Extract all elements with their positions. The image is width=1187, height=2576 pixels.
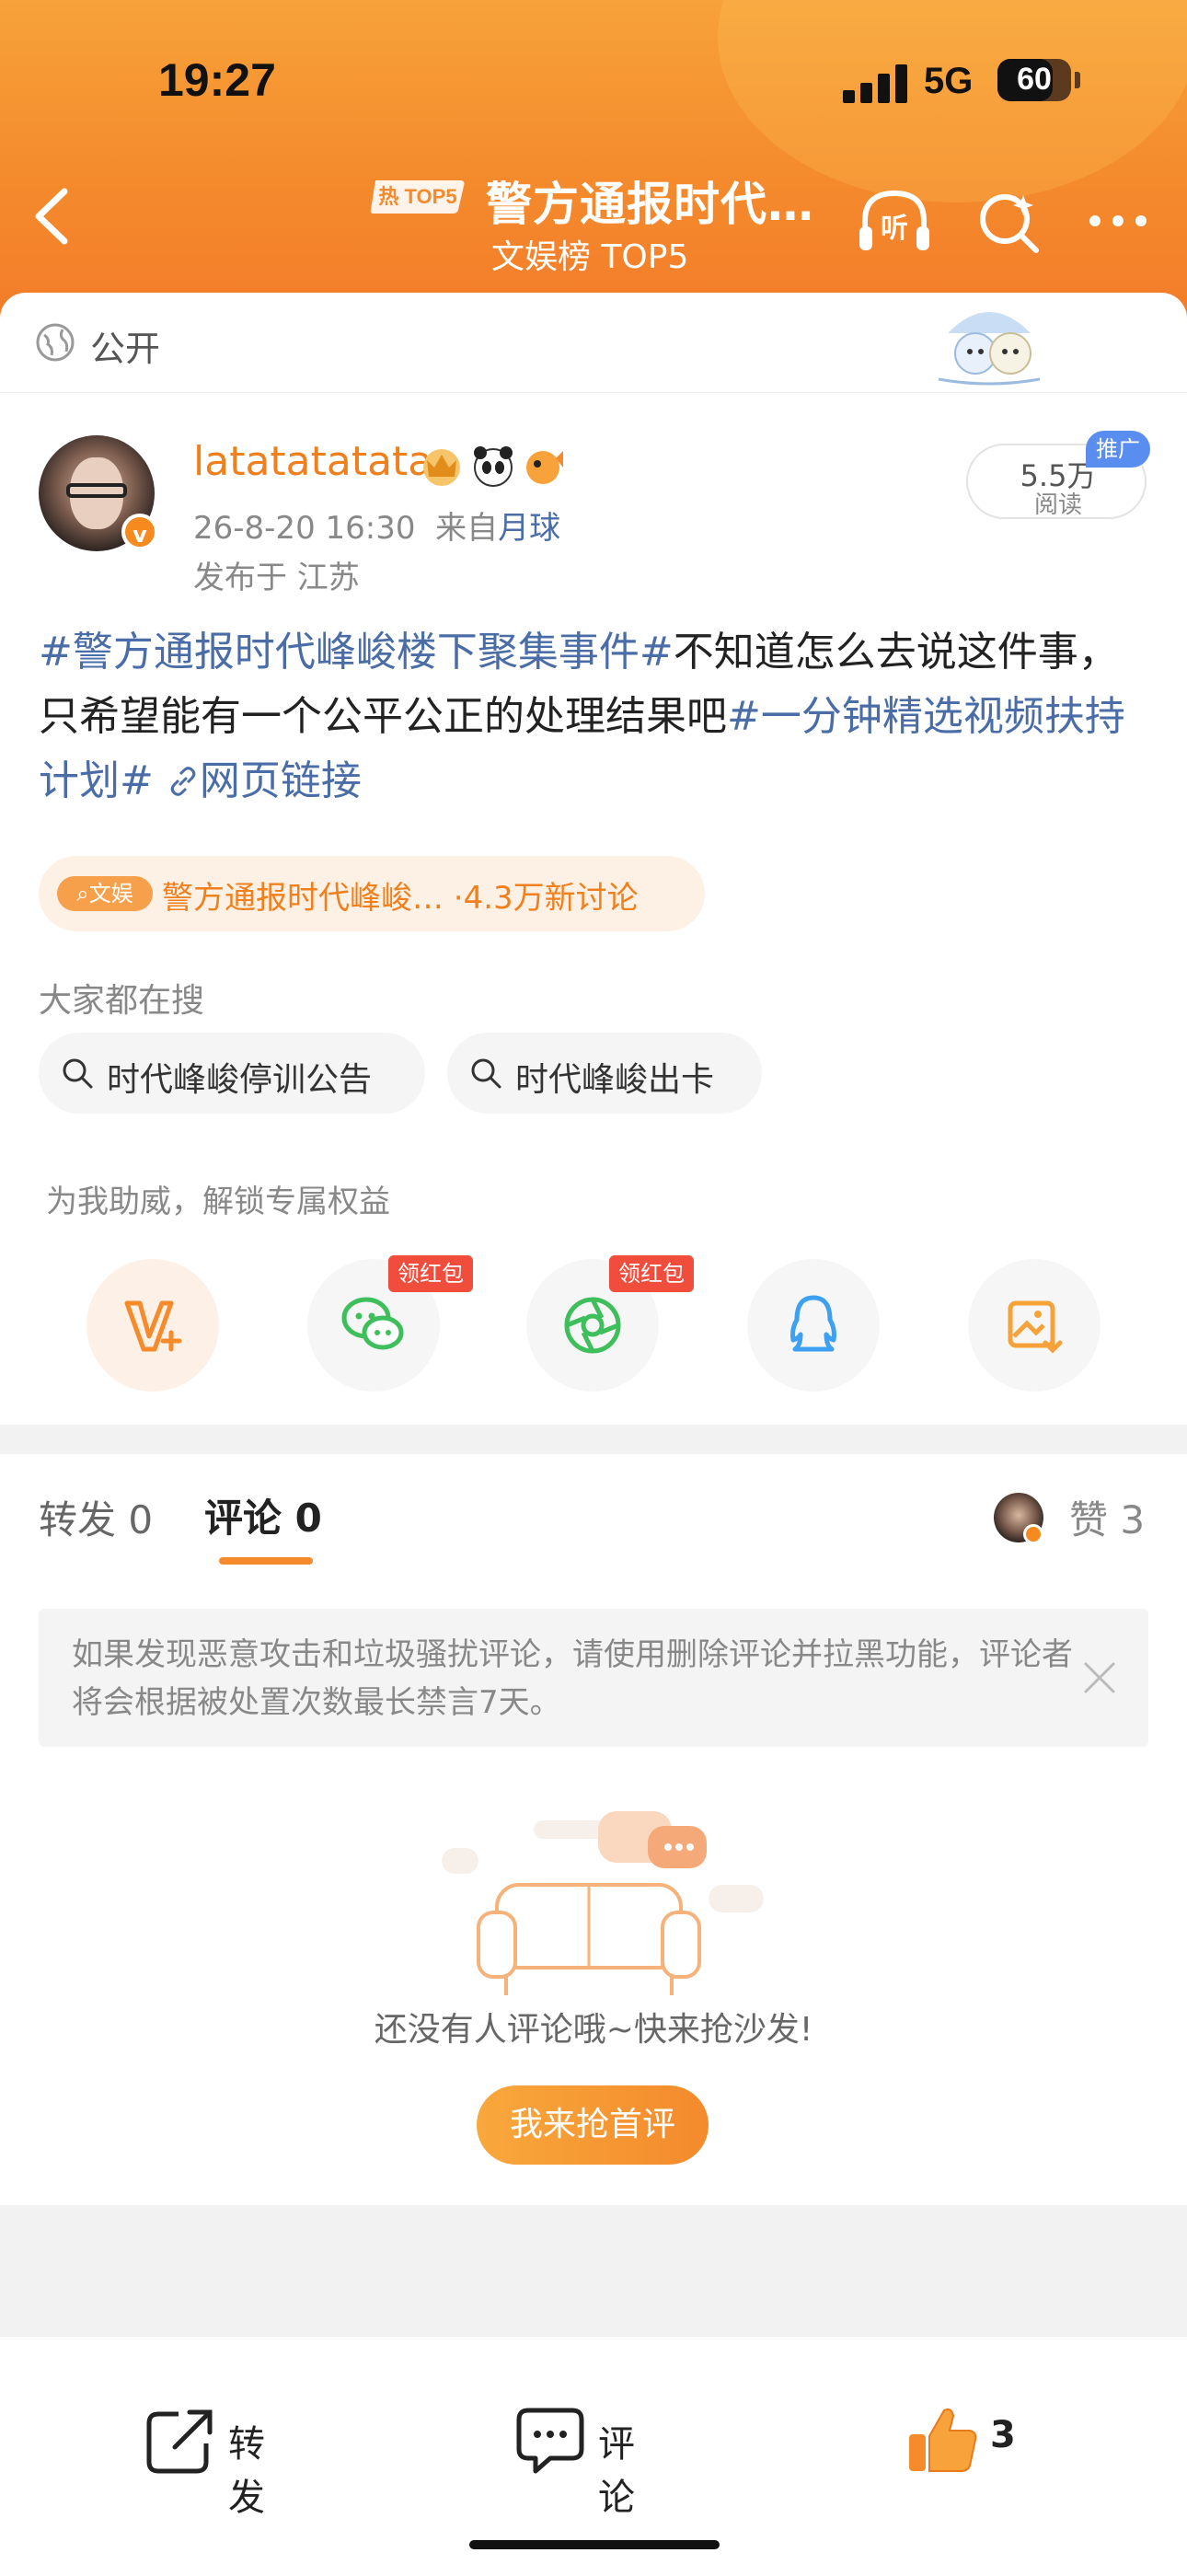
- topic-badge-text: 文娱: [88, 881, 133, 907]
- header-background: 19:27 5G 60 热 TOP5 警方通报时代… 文娱榜 TOP5 听: [0, 0, 1187, 331]
- comment-moderation-notice: 如果发现恶意攻击和垃圾骚扰评论，请使用删除评论并拉黑功能，评论者将会根据被处置次…: [39, 1609, 1148, 1747]
- search-icon: [471, 1058, 501, 1089]
- repost-icon: [146, 2409, 213, 2474]
- save-image-button[interactable]: [968, 1259, 1101, 1392]
- tab-reposts[interactable]: 转发 0: [39, 1489, 153, 1545]
- tab-likes[interactable]: 赞 3: [1069, 1489, 1145, 1545]
- comment-label: 评论: [598, 2423, 635, 2519]
- crown-badge-icon: [423, 449, 460, 486]
- thumbs-up-icon: [909, 2408, 977, 2472]
- fish-badge-icon: [526, 451, 563, 484]
- link-icon: [170, 767, 196, 796]
- home-indicator[interactable]: [469, 2540, 720, 2549]
- notice-text: 如果发现恶意攻击和垃圾骚扰评论，请使用删除评论并拉黑功能，评论者将会根据被处置次…: [72, 1636, 1073, 1721]
- search-suggest-title: 大家都在搜: [39, 982, 205, 1020]
- repost-label: 转发: [228, 2423, 265, 2519]
- search-suggestion-text: 时代峰峻出卡: [515, 1061, 715, 1099]
- globe-icon: [36, 323, 75, 362]
- post-source[interactable]: 月球: [498, 510, 560, 547]
- search-suggestion-text: 时代峰峻停训公告: [107, 1061, 373, 1099]
- moments-aperture-icon: [564, 1297, 621, 1354]
- close-icon[interactable]: [1078, 1657, 1121, 1699]
- tab-comments-count: 0: [294, 1496, 322, 1541]
- search-suggestion-chip[interactable]: 时代峰峻停训公告: [39, 1033, 425, 1114]
- empty-comments-message: 还没有人评论哦~快来抢沙发!: [374, 2011, 813, 2049]
- battery-tip: [1075, 72, 1080, 88]
- battery-level: 60: [1017, 62, 1052, 97]
- image-download-icon: [1008, 1300, 1063, 1354]
- first-comment-button[interactable]: 我来抢首评: [477, 2085, 709, 2165]
- footer-spacer: [0, 2205, 1187, 2336]
- listen-headphone-icon[interactable]: 听: [856, 186, 933, 256]
- more-icon[interactable]: [1086, 212, 1150, 230]
- author-username[interactable]: latatatatata: [193, 438, 432, 485]
- empty-sofa-illustration: [442, 1811, 764, 1995]
- red-packet-tag: 领红包: [388, 1255, 473, 1292]
- tab-comments[interactable]: 评论 0: [204, 1487, 322, 1543]
- user-badge-icons: [423, 446, 563, 487]
- network-type: 5G: [924, 61, 974, 101]
- cartoon-decoration: [938, 312, 1041, 386]
- back-arrow-icon[interactable]: [26, 184, 81, 248]
- topic-search-icon: ⌕: [76, 881, 89, 907]
- interaction-tabs: 转发 0 评论 0 赞 3: [0, 1454, 1187, 1574]
- tab-likes-count: 3: [1120, 1497, 1146, 1542]
- topic-text: 警方通报时代峰峻… ·4.3万新讨论: [162, 880, 639, 917]
- search-icon[interactable]: [975, 190, 1042, 256]
- verified-badge-icon: v: [121, 514, 158, 550]
- qq-penguin-icon: [790, 1295, 836, 1352]
- support-prompt: 为我助威，解锁专属权益: [46, 1184, 390, 1220]
- wechat-icon: [341, 1297, 404, 1350]
- post-meta: 26-8-20 16:30 来自月球: [193, 502, 560, 548]
- share-qq-button[interactable]: [747, 1259, 880, 1392]
- nav-subtitle[interactable]: 文娱榜 TOP5: [491, 230, 688, 278]
- tab-likes-label: 赞: [1069, 1497, 1109, 1542]
- boost-v-icon: [124, 1300, 182, 1352]
- post-date: 26-8-20 16:30: [193, 510, 416, 547]
- hot-badge-text: 热 TOP5: [378, 185, 456, 208]
- tab-reposts-label: 转发: [39, 1497, 117, 1542]
- status-time: 19:27: [158, 54, 276, 106]
- signal-icon: [843, 64, 907, 103]
- battery-icon: 60: [997, 59, 1071, 101]
- visibility-label: 公开: [90, 329, 161, 369]
- topic-chip[interactable]: ⌕文娱 警方通报时代峰峻… ·4.3万新讨论: [39, 856, 705, 931]
- red-packet-tag: 领红包: [609, 1255, 694, 1292]
- hashtag-topic-1[interactable]: #警方通报时代峰峻楼下聚集事件#: [39, 629, 674, 676]
- active-tab-indicator: [219, 1557, 313, 1565]
- like-count: 3: [990, 2414, 1016, 2456]
- nav-bar: 热 TOP5 警方通报时代… 文娱榜 TOP5 听: [0, 156, 1187, 295]
- search-suggestion-chip[interactable]: 时代峰峻出卡: [447, 1033, 762, 1114]
- liker-verified-icon: [1023, 1524, 1043, 1544]
- section-divider: [0, 1425, 1187, 1454]
- svg-text:听: 听: [881, 213, 908, 245]
- post-body: #警方通报时代峰峻楼下聚集事件#不知道怎么去说这件事，只希望能有一个公平公正的处…: [39, 620, 1152, 814]
- nav-title[interactable]: 警方通报时代…: [486, 167, 814, 234]
- weibo-boost-button[interactable]: [86, 1259, 219, 1392]
- web-link-text: 网页链接: [199, 757, 362, 804]
- hot-top5-badge: 热 TOP5: [370, 180, 465, 214]
- panda-badge-icon: [474, 446, 513, 487]
- topic-category-badge: ⌕文娱: [57, 876, 153, 911]
- web-link[interactable]: 网页链接: [167, 757, 362, 804]
- visibility-row: 公开: [0, 293, 1187, 393]
- comment-bubble-icon: [516, 2408, 584, 2474]
- post-location: 发布于 江苏: [193, 560, 360, 596]
- status-bar: 19:27 5G 60: [0, 48, 1187, 112]
- tab-reposts-count: 0: [128, 1497, 154, 1542]
- reads-label: 阅读: [1033, 491, 1082, 519]
- search-icon: [63, 1058, 93, 1089]
- promo-badge[interactable]: 推广: [1086, 431, 1150, 468]
- tab-comments-label: 评论: [204, 1496, 282, 1541]
- source-prefix: 来自: [435, 510, 499, 547]
